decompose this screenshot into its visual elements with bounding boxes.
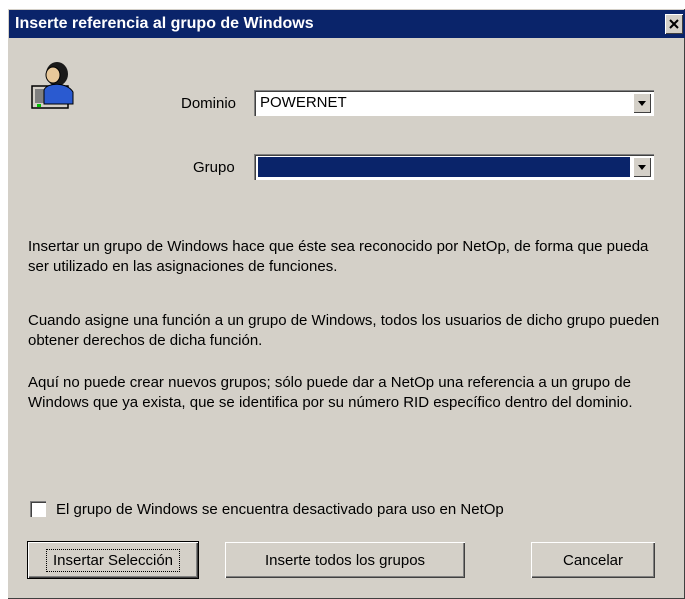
title-bar[interactable]: Inserte referencia al grupo de Windows [9, 10, 685, 38]
insert-all-label: Inserte todos los grupos [264, 551, 426, 569]
close-icon [669, 19, 679, 29]
domain-label: Dominio [181, 95, 237, 112]
disabled-checkbox[interactable] [30, 501, 46, 517]
domain-dropdown-button[interactable] [633, 93, 651, 113]
group-label: Grupo [193, 159, 235, 176]
insert-selection-button[interactable]: Insertar Selección [27, 541, 199, 579]
info-paragraph-3: Aquí no puede crear nuevos grupos; sólo … [28, 374, 633, 411]
group-selected-value [258, 157, 630, 177]
close-button[interactable] [665, 14, 683, 34]
insert-selection-label: Insertar Selección [45, 548, 181, 572]
window-title: Inserte referencia al grupo de Windows [15, 15, 314, 32]
cancel-button[interactable]: Cancelar [531, 542, 655, 578]
group-dropdown-button[interactable] [633, 157, 651, 177]
group-select[interactable] [254, 154, 654, 180]
info-paragraph-2: Cuando asigne una función a un grupo de … [28, 312, 660, 349]
disabled-checkbox-label[interactable]: El grupo de Windows se encuentra desacti… [56, 501, 504, 518]
insert-all-button[interactable]: Inserte todos los grupos [225, 542, 465, 578]
user-computer-icon [31, 62, 74, 109]
dialog-window: Inserte referencia al grupo de Windows D… [7, 8, 685, 599]
info-paragraph-1: Insertar un grupo de Windows hace que és… [28, 238, 649, 275]
domain-value: POWERNET [260, 94, 347, 111]
cancel-label: Cancelar [562, 551, 624, 569]
domain-select[interactable]: POWERNET [254, 90, 654, 116]
